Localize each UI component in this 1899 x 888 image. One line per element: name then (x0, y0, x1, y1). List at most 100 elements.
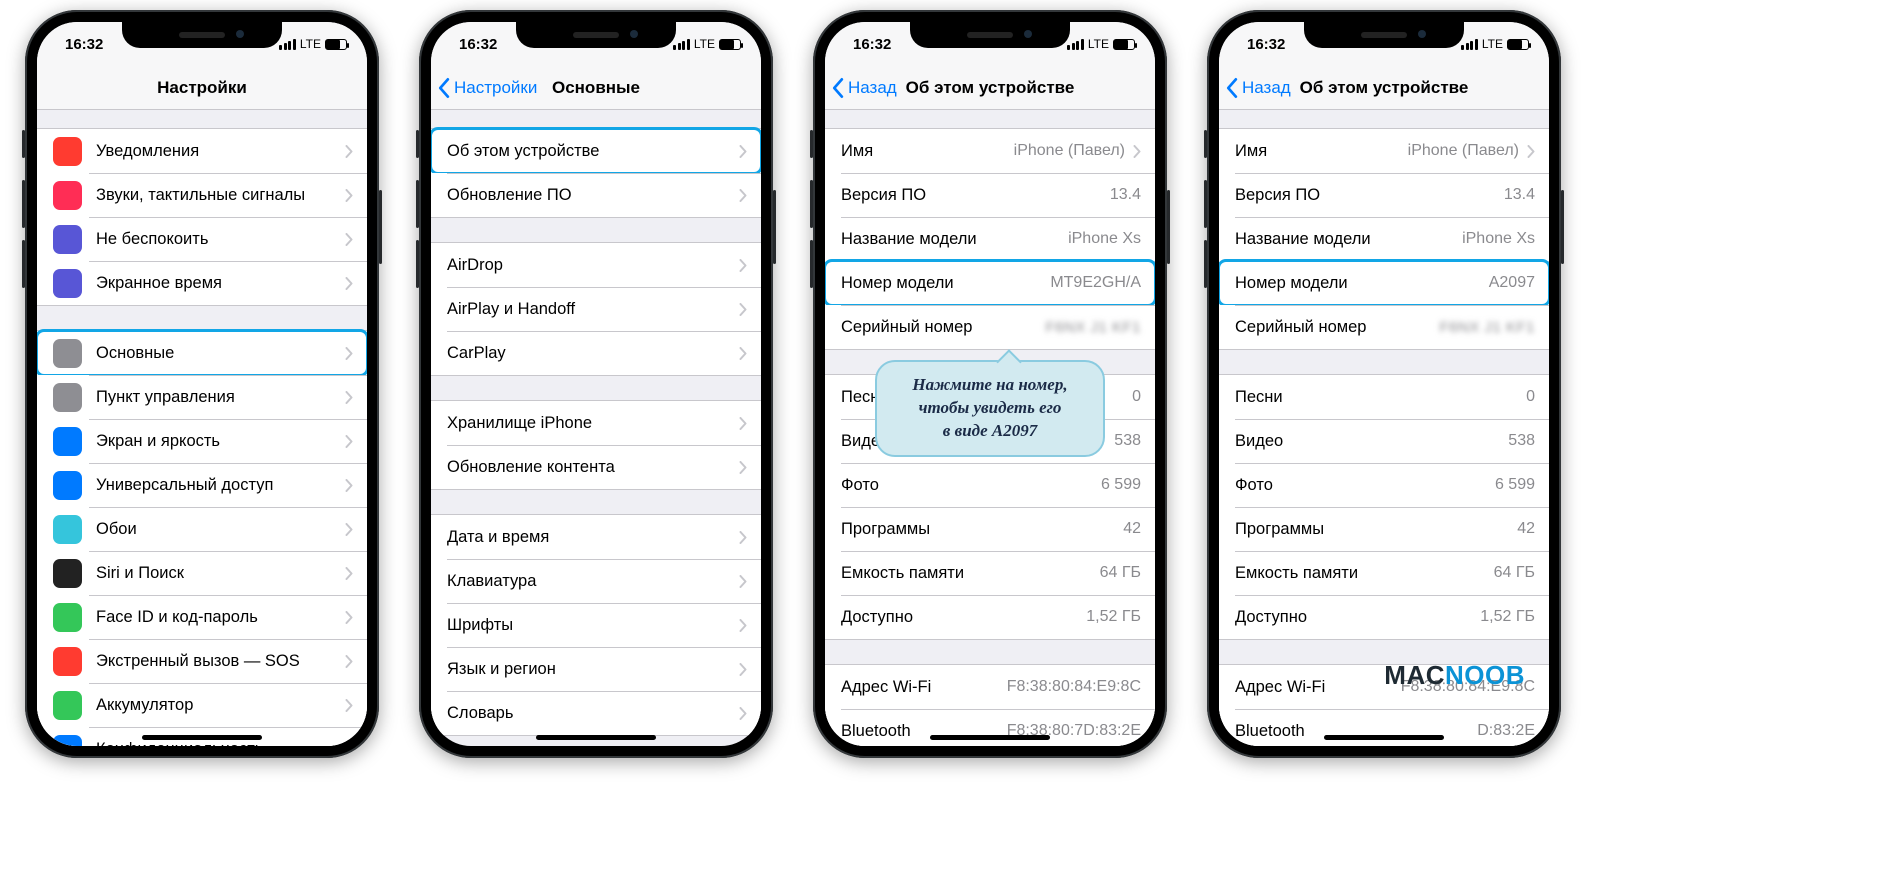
info-row[interactable]: Номер моделиMT9E2GH/A (825, 261, 1155, 305)
row-value: D:83:2E (1477, 722, 1535, 740)
info-row[interactable]: Программы42 (825, 507, 1155, 551)
info-row[interactable]: Фото6 599 (1219, 463, 1549, 507)
home-indicator[interactable] (536, 735, 656, 740)
settings-row[interactable]: AirDrop (431, 243, 761, 287)
general-list[interactable]: Об этом устройстве Обновление ПО AirDrop… (431, 110, 761, 746)
nav-bar: Назад Об этом устройстве (825, 66, 1155, 110)
row-group: Песни0 Видео538 Фото6 599 Программы42 Ем… (1219, 374, 1549, 640)
status-carrier: LTE (694, 37, 715, 51)
row-label: Шрифты (447, 616, 731, 635)
row-label: Песни (1235, 388, 1526, 407)
settings-row[interactable]: Экран и яркость (37, 419, 367, 463)
info-row[interactable]: Видео538 (1219, 419, 1549, 463)
battery-icon (1113, 39, 1135, 50)
info-row[interactable]: BluetoothF8:38:80:7D:83:2E (825, 709, 1155, 746)
settings-row[interactable]: Siri и Поиск (37, 551, 367, 595)
back-button[interactable]: Настройки (431, 77, 537, 99)
info-row[interactable]: Емкость памяти64 ГБ (825, 551, 1155, 595)
nav-bar: Настройки (37, 66, 367, 110)
chevron-right-icon (739, 347, 747, 360)
row-value: 0 (1132, 388, 1141, 406)
row-label: Об этом устройстве (447, 142, 731, 161)
home-indicator[interactable] (142, 735, 262, 740)
row-value: 1,52 ГБ (1480, 608, 1535, 626)
row-icon (53, 691, 82, 720)
row-value: 13.4 (1110, 186, 1141, 204)
status-time: 16:32 (65, 36, 103, 53)
settings-row[interactable]: Уведомления (37, 129, 367, 173)
chevron-right-icon (739, 707, 747, 720)
info-row[interactable]: Серийный номерF6NX J1 KF1 (825, 305, 1155, 349)
settings-row[interactable]: Обновление контента (431, 445, 761, 489)
row-label: Основные (96, 344, 337, 363)
row-label: Емкость памяти (841, 564, 1100, 583)
info-row[interactable]: BluetoothD:83:2E (1219, 709, 1549, 746)
row-label: Название модели (841, 230, 1068, 249)
row-label: Не беспокоить (96, 230, 337, 249)
settings-list[interactable]: Уведомления Звуки, тактильные сигналы Не… (37, 110, 367, 746)
info-row[interactable]: Адрес Wi-FiF8:38:80:84:E9:8C (825, 665, 1155, 709)
info-row[interactable]: Версия ПО13.4 (825, 173, 1155, 217)
info-row[interactable]: Название моделиiPhone Xs (1219, 217, 1549, 261)
settings-row[interactable]: Экстренный вызов — SOS (37, 639, 367, 683)
settings-row[interactable]: Об этом устройстве (431, 129, 761, 173)
status-time: 16:32 (459, 36, 497, 53)
info-row[interactable]: Доступно1,52 ГБ (1219, 595, 1549, 639)
info-row[interactable]: Емкость памяти64 ГБ (1219, 551, 1549, 595)
settings-row[interactable]: Аккумулятор (37, 683, 367, 727)
info-row[interactable]: Фото6 599 (825, 463, 1155, 507)
chevron-right-icon (345, 611, 353, 624)
about-list[interactable]: ИмяiPhone (Павел) Версия ПО13.4 Название… (1219, 110, 1549, 746)
settings-row[interactable]: Хранилище iPhone (431, 401, 761, 445)
row-group: Уведомления Звуки, тактильные сигналы Не… (37, 128, 367, 306)
row-value: F6NX J1 KF1 (1439, 319, 1535, 336)
info-row[interactable]: Серийный номерF6NX J1 KF1 (1219, 305, 1549, 349)
settings-row[interactable]: AirPlay и Handoff (431, 287, 761, 331)
home-indicator[interactable] (1324, 735, 1444, 740)
settings-row[interactable]: Основные (37, 331, 367, 375)
chevron-right-icon (345, 391, 353, 404)
chevron-right-icon (345, 655, 353, 668)
settings-row[interactable]: Face ID и код-пароль (37, 595, 367, 639)
row-label: Клавиатура (447, 572, 731, 591)
settings-row[interactable]: Язык и регион (431, 647, 761, 691)
chevron-right-icon (739, 303, 747, 316)
info-row[interactable]: ИмяiPhone (Павел) (825, 129, 1155, 173)
settings-row[interactable]: Клавиатура (431, 559, 761, 603)
settings-row[interactable]: Дата и время (431, 515, 761, 559)
settings-row[interactable]: Пункт управления (37, 375, 367, 419)
row-label: Программы (1235, 520, 1517, 539)
row-value: F6NX J1 KF1 (1045, 319, 1141, 336)
row-label: Доступно (841, 608, 1086, 627)
info-row[interactable]: Номер моделиA2097 (1219, 261, 1549, 305)
settings-row[interactable]: Шрифты (431, 603, 761, 647)
settings-row[interactable]: Не беспокоить (37, 217, 367, 261)
chevron-right-icon (345, 233, 353, 246)
row-value: 538 (1508, 432, 1535, 450)
home-indicator[interactable] (930, 735, 1050, 740)
settings-row[interactable]: Обои (37, 507, 367, 551)
nav-bar: Назад Об этом устройстве (1219, 66, 1549, 110)
back-button[interactable]: Назад (825, 77, 897, 99)
row-label: Экстренный вызов — SOS (96, 652, 337, 671)
settings-row[interactable]: Словарь (431, 691, 761, 735)
settings-row[interactable]: CarPlay (431, 331, 761, 375)
row-group: AirDrop AirPlay и Handoff CarPlay (431, 242, 761, 376)
info-row[interactable]: ИмяiPhone (Павел) (1219, 129, 1549, 173)
row-label: Уведомления (96, 142, 337, 161)
settings-row[interactable]: Звуки, тактильные сигналы (37, 173, 367, 217)
info-row[interactable]: Песни0 (1219, 375, 1549, 419)
info-row[interactable]: Название моделиiPhone Xs (825, 217, 1155, 261)
row-label: Конфиденциальность (96, 740, 337, 747)
info-row[interactable]: Версия ПО13.4 (1219, 173, 1549, 217)
settings-row[interactable]: Экранное время (37, 261, 367, 305)
chevron-right-icon (1527, 145, 1535, 158)
settings-row[interactable]: Обновление ПО (431, 173, 761, 217)
row-group: Дата и время Клавиатура Шрифты Язык и ре… (431, 514, 761, 736)
settings-row[interactable]: Универсальный доступ (37, 463, 367, 507)
row-label: Программы (841, 520, 1123, 539)
info-row[interactable]: Программы42 (1219, 507, 1549, 551)
info-row[interactable]: Доступно1,52 ГБ (825, 595, 1155, 639)
row-value: iPhone Xs (1462, 230, 1535, 248)
back-button[interactable]: Назад (1219, 77, 1291, 99)
